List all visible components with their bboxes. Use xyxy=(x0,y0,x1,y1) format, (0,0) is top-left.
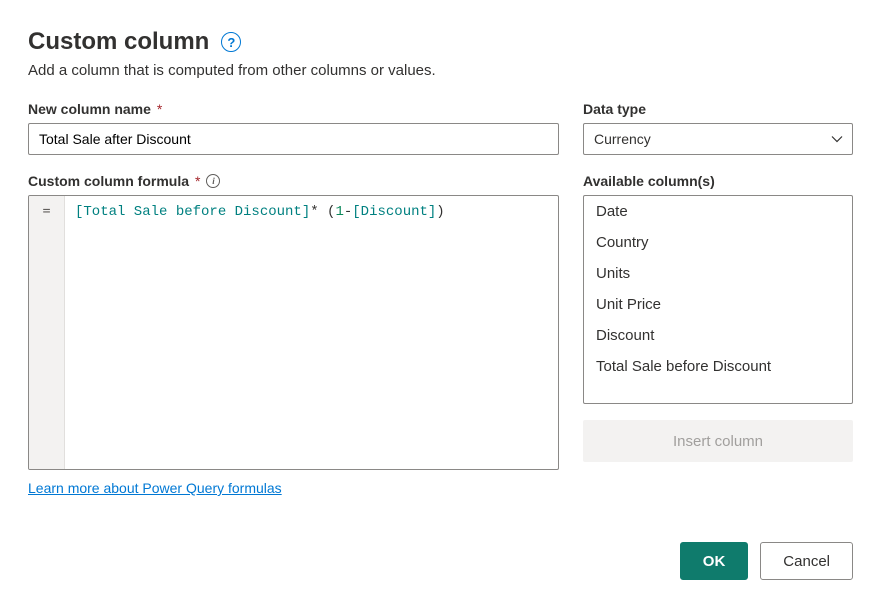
list-item[interactable]: Country xyxy=(584,227,852,258)
list-item[interactable]: Unit Price xyxy=(584,289,852,320)
available-columns-label: Available column(s) xyxy=(583,173,853,189)
dialog-title: Custom column xyxy=(28,28,209,56)
help-icon[interactable]: ? xyxy=(221,32,241,52)
available-columns-list[interactable]: DateCountryUnitsUnit PriceDiscountTotal … xyxy=(583,195,853,404)
column-name-input[interactable] xyxy=(28,123,559,155)
list-item[interactable]: Date xyxy=(584,196,852,227)
info-icon[interactable]: i xyxy=(206,174,220,188)
formula-gutter: = xyxy=(29,196,65,469)
column-name-label: New column name * xyxy=(28,101,559,117)
list-item[interactable]: Total Sale before Discount xyxy=(584,351,852,382)
data-type-label: Data type xyxy=(583,101,853,117)
list-item[interactable]: Discount xyxy=(584,320,852,351)
required-indicator: * xyxy=(195,173,200,189)
list-item[interactable]: Units xyxy=(584,258,852,289)
required-indicator: * xyxy=(157,101,162,117)
learn-more-link[interactable]: Learn more about Power Query formulas xyxy=(28,480,282,496)
cancel-button[interactable]: Cancel xyxy=(760,542,853,580)
data-type-select[interactable]: Currency xyxy=(583,123,853,155)
insert-column-button[interactable]: Insert column xyxy=(583,420,853,462)
ok-button[interactable]: OK xyxy=(680,542,749,580)
formula-label: Custom column formula * i xyxy=(28,173,559,189)
formula-input[interactable]: [Total Sale before Discount]* (1-[Discou… xyxy=(65,196,558,469)
formula-editor[interactable]: = [Total Sale before Discount]* (1-[Disc… xyxy=(28,195,559,470)
dialog-subtitle: Add a column that is computed from other… xyxy=(28,62,853,79)
